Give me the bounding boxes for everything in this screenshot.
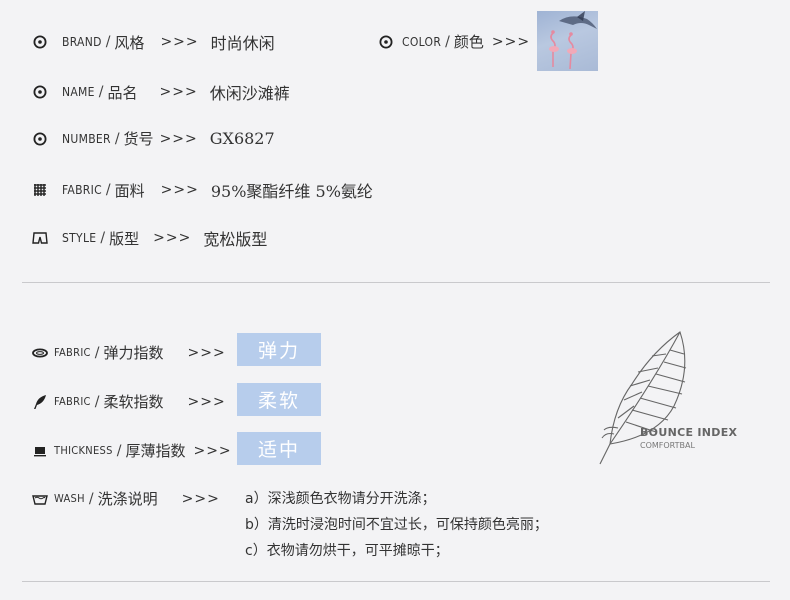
index-row-thickness: THICKNESS / 厚薄指数 >>>: [30, 440, 232, 461]
color-en-label: COLOR: [402, 34, 442, 49]
attr-en-label: FABRIC: [62, 183, 102, 197]
index-zh-label: 柔软指数: [103, 393, 164, 411]
elasticity-badge: 弹力: [237, 333, 321, 366]
bounce-index-subtitle: COMFORTBAL: [640, 441, 695, 450]
flamingo-print-swatch: [537, 11, 598, 71]
attr-zh-label: 版型: [109, 229, 140, 248]
attr-row-fabric: FABRIC / 面料 >>> 95%聚酯纤维 5%氨纶: [30, 178, 373, 202]
basin-icon: [30, 493, 50, 505]
divider: [22, 282, 770, 283]
index-en-label: THICKNESS: [54, 444, 113, 457]
ring-icon: [30, 348, 50, 358]
color-zh-label: 颜色: [453, 33, 484, 51]
target-circle-icon: [30, 35, 50, 49]
grid-icon: [30, 183, 50, 197]
attr-row-color: COLOR / 颜色 >>>: [376, 31, 530, 52]
target-circle-icon: [30, 132, 50, 146]
attr-en-label: NAME: [62, 85, 95, 99]
wash-instruction: c）衣物请勿烘干，可平摊晾干；: [245, 543, 449, 559]
index-zh-label: 弹力指数: [103, 344, 164, 362]
target-circle-icon: [376, 35, 396, 49]
wash-instruction: a）深浅颜色衣物请分开洗涤；: [245, 491, 436, 507]
softness-badge: 柔软: [237, 383, 321, 416]
arrows: >>>: [193, 442, 232, 459]
index-en-label: FABRIC: [54, 395, 91, 408]
attr-value: 95%聚酯纤维 5%氨纶: [210, 182, 373, 201]
attr-value: 休闲沙滩裤: [209, 84, 290, 103]
index-row-elasticity: FABRIC / 弹力指数 >>>: [30, 342, 226, 363]
attr-zh-label: 品名: [107, 83, 138, 102]
divider: [22, 581, 770, 582]
wash-row: WASH / 洗涤说明 >>>: [30, 488, 220, 509]
attr-zh-label: 面料: [114, 181, 145, 200]
index-row-softness: FABRIC / 柔软指数 >>>: [30, 391, 226, 412]
feather-icon: [30, 394, 50, 410]
bounce-index-title: BOUNCE INDEX: [640, 426, 738, 439]
block-icon: [30, 445, 50, 457]
attr-value: 宽松版型: [203, 230, 268, 249]
arrows: >>>: [187, 344, 226, 361]
attr-value: GX6827: [209, 129, 275, 148]
thickness-badge: 适中: [237, 432, 321, 465]
target-circle-icon: [30, 85, 50, 99]
wash-zh-label: 洗涤说明: [97, 490, 158, 508]
arrows: >>>: [181, 490, 220, 507]
attr-en-label: STYLE: [62, 231, 97, 245]
arrows: >>>: [160, 182, 199, 198]
arrows: >>>: [160, 34, 199, 50]
wash-en-label: WASH: [54, 492, 85, 505]
attr-zh-label: 风格: [114, 33, 145, 52]
attr-en-label: BRAND: [62, 35, 102, 49]
arrows: >>>: [491, 33, 531, 50]
wash-instruction: b）清洗时浸泡时间不宜过长，可保持颜色亮丽；: [245, 517, 548, 533]
arrows: >>>: [159, 84, 198, 100]
attr-row-name: NAME / 品名 >>> 休闲沙滩裤: [30, 80, 290, 104]
arrows: >>>: [159, 130, 198, 147]
attr-row-number: NUMBER / 货号 >>> GX6827: [30, 128, 275, 149]
attr-en-label: NUMBER: [62, 131, 111, 146]
index-en-label: FABRIC: [54, 346, 91, 359]
attr-value: 时尚休闲: [210, 34, 275, 53]
attr-row-style: STYLE / 版型 >>> 宽松版型: [30, 226, 267, 250]
index-zh-label: 厚薄指数: [125, 442, 186, 460]
attr-row-brand: BRAND / 风格 >>> 时尚休闲: [30, 30, 275, 54]
shorts-icon: [30, 232, 50, 244]
attr-zh-label: 货号: [123, 130, 154, 148]
arrows: >>>: [187, 393, 226, 410]
arrows: >>>: [153, 230, 192, 246]
